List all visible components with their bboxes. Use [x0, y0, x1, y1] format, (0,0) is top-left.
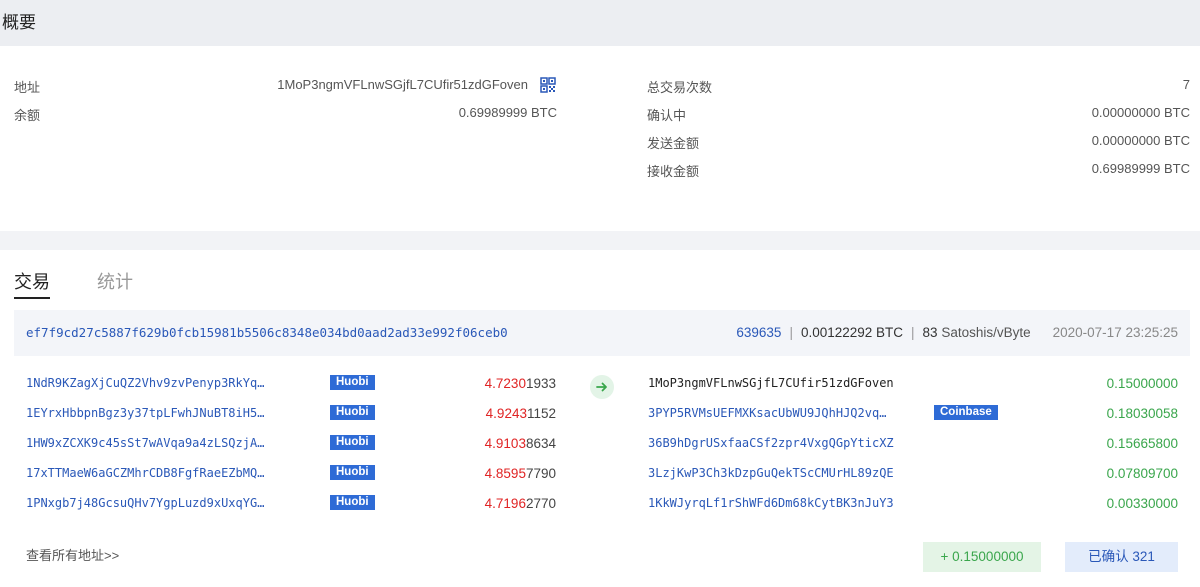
output-amount: 0.00330000 [1106, 496, 1178, 511]
output-address[interactable]: 36B9hDgrUSxfaaCSf2zpr4VxgQGpYticXZ [648, 436, 894, 450]
input-tag: Huobi [330, 375, 375, 390]
output-address[interactable]: 1KkWJyrqLf1rShWFd6Dm68kCytBK3nJuY3 [648, 496, 894, 510]
input-address[interactable]: 1PNxgb7j48GcsuQHv7YgpLuzd9xUxqYG… [26, 496, 264, 510]
input-amount: 4.85957790 [484, 466, 556, 481]
output-amount: 0.18030058 [1106, 406, 1178, 421]
meta-separator: | [911, 325, 915, 340]
header-band [0, 0, 1200, 46]
input-tag: Huobi [330, 495, 375, 510]
transaction-fee: 0.00122292 BTC [800, 325, 904, 340]
input-amount: 4.71962770 [484, 496, 556, 511]
address-label: 地址 [14, 80, 41, 95]
output-amount: 0.15665800 [1106, 436, 1178, 451]
input-tag: Huobi [330, 405, 375, 420]
input-amount: 4.91038634 [484, 436, 556, 451]
output-address[interactable]: 3LzjKwP3Ch3kDzpGuQekTScCMUrHL89zQE [648, 466, 894, 480]
arrow-right-icon [590, 375, 614, 399]
tab-statistics[interactable]: 统计 [97, 268, 133, 294]
received-value: 0.69989999 BTC [1091, 161, 1190, 176]
transaction-meta: 639635 | 0.00122292 BTC | 83 Satoshis/vByte 2… [736, 325, 1178, 340]
qr-code-icon[interactable] [540, 77, 556, 93]
input-address[interactable]: 1NdR9KZagXjCuQZ2Vhv9zvPenyp3RkYq… [26, 376, 264, 390]
block-height[interactable]: 639635 [736, 325, 781, 340]
balance-label: 余额 [14, 108, 41, 123]
output-address[interactable]: 1MoP3ngmVFLnwSGjfL7CUfir51zdGFoven [648, 376, 894, 390]
input-amount: 4.92431152 [485, 406, 556, 421]
received-label: 接收金额 [647, 164, 700, 179]
output-amount: 0.15000000 [1106, 376, 1178, 391]
output-tag: Coinbase [934, 405, 998, 420]
sent-label: 发送金额 [647, 136, 700, 151]
fee-rate-unit: Satoshis/vByte [941, 325, 1031, 340]
total-tx-label: 总交易次数 [647, 80, 713, 95]
fee-rate-value: 83 [922, 325, 938, 340]
tab-transactions[interactable]: 交易 [14, 268, 50, 294]
section-divider [0, 231, 1200, 250]
active-tab-indicator [14, 297, 50, 299]
summary-panel [0, 46, 1200, 231]
pending-value: 0.00000000 BTC [1091, 105, 1190, 120]
pending-label: 确认中 [647, 108, 687, 123]
input-address[interactable]: 1EYrxHbbpnBgz3y37tpLFwhJNuBT8iH5… [26, 406, 264, 420]
total-tx-value: 7 [1182, 77, 1190, 92]
input-address[interactable]: 17xTTMaeW6aGCZMhrCDB8FgfRaeEZbMQ… [26, 466, 264, 480]
input-tag: Huobi [330, 465, 375, 480]
transaction-time: 2020-07-17 23:25:25 [1052, 325, 1178, 340]
output-amount: 0.07809700 [1106, 466, 1178, 481]
view-all-addresses-link[interactable]: 查看所有地址>> [26, 545, 119, 564]
net-change-badge: + 0.15000000 [923, 542, 1041, 572]
page-title: 概要 [2, 13, 36, 32]
transaction-hash[interactable]: ef7f9cd27c5887f629b0fcb15981b5506c8348e0… [26, 325, 508, 340]
input-amount: 4.72301933 [484, 376, 556, 391]
input-address[interactable]: 1HW9xZCXK9c45sSt7wAVqa9a4zLSQzjA… [26, 436, 264, 450]
sent-value: 0.00000000 BTC [1091, 133, 1190, 148]
transaction-header: ef7f9cd27c5887f629b0fcb15981b5506c8348e0… [14, 310, 1190, 356]
confirmations-badge: 已确认 321 [1065, 542, 1178, 572]
meta-separator: | [789, 325, 793, 340]
balance-value: 0.69989999 BTC [458, 105, 557, 120]
output-address[interactable]: 3PYP5RVMsUEFMXKsacUbWU9JQhHJQ2vq… [648, 406, 886, 420]
address-value[interactable]: 1MoP3ngmVFLnwSGjfL7CUfir51zdGFoven [277, 77, 528, 92]
input-tag: Huobi [330, 435, 375, 450]
